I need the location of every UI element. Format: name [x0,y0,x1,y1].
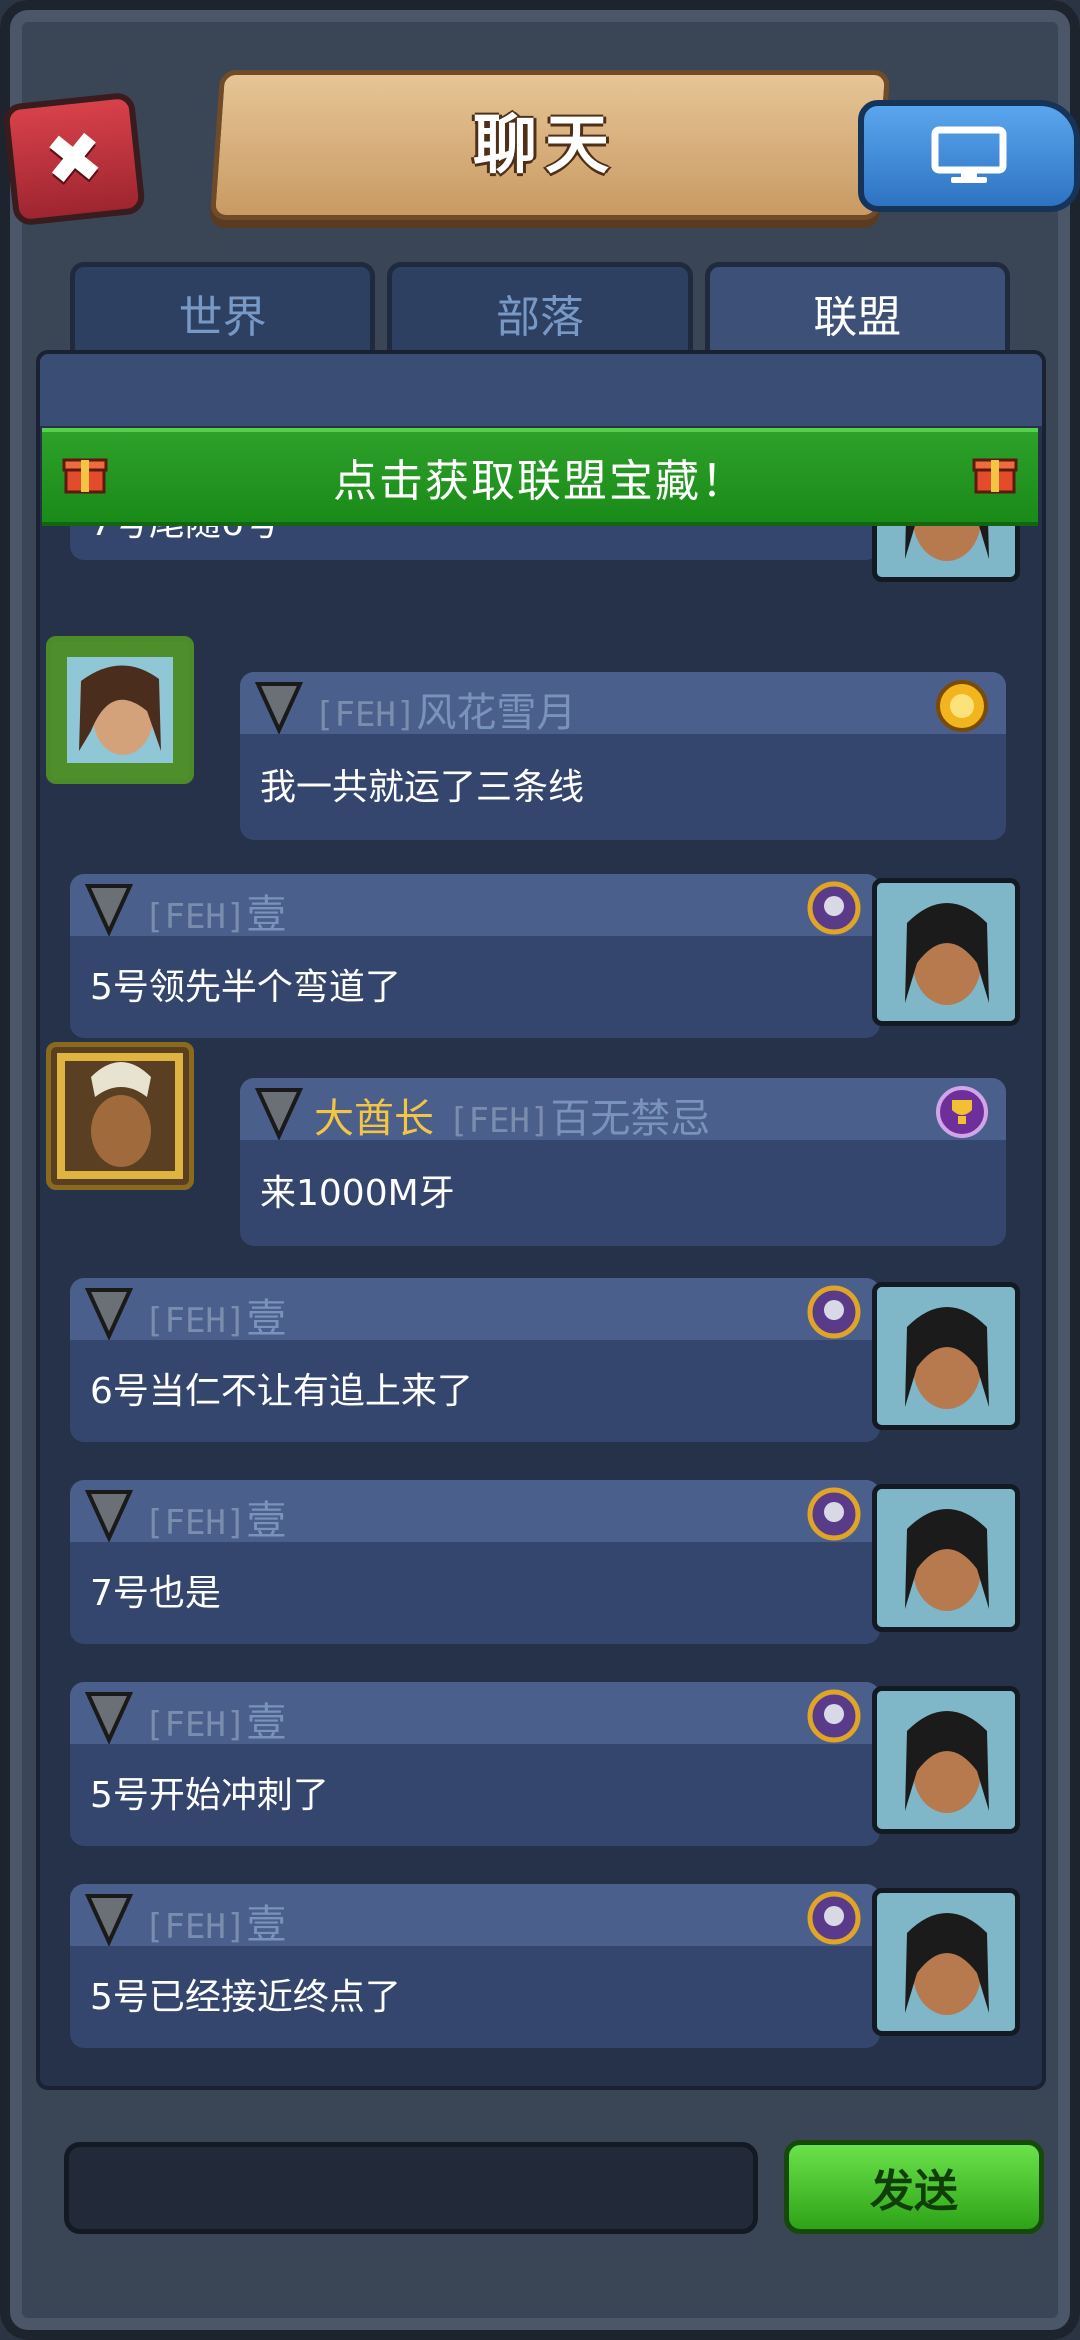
message-text: 5号开始冲刺了 [90,1775,329,1816]
message-bubble: [FEH]壹 6号当仁不让有追上来了 [70,1278,880,1442]
avatar[interactable] [46,1042,194,1190]
alliance-treasure-banner[interactable]: 点击获取联盟宝藏！ [42,428,1038,526]
sender-name: 大酋长 [FEH]百无禁忌 [314,1096,711,1142]
rank-badge-icon [807,1891,861,1945]
shield-icon [254,1088,304,1140]
message-bubble: [FEH]壹 5号已经接近终点了 [70,1884,880,2048]
shield-icon [84,1692,134,1744]
gift-icon [972,458,1018,494]
close-icon: ✖ [40,115,108,203]
shield-icon [84,884,134,936]
sender-name: [FEH]壹 [144,1902,287,1948]
shield-icon [84,1894,134,1946]
message-text: 5号已经接近终点了 [90,1977,401,2018]
message-bubble: [FEH]壹 5号开始冲刺了 [70,1682,880,1846]
rank-badge-icon [807,1285,861,1339]
rank-badge-icon [807,1487,861,1541]
trophy-badge-icon [936,1086,988,1138]
close-button[interactable]: ✖ [1,91,147,227]
message-text: 7号也是 [90,1573,221,1614]
sender-name: [FEH]壹 [144,1296,287,1342]
message-text: 我一共就运了三条线 [260,767,585,808]
sender-name: [FEH]壹 [144,892,287,938]
avatar[interactable] [872,1484,1020,1632]
tab-alliance[interactable]: 联盟 [704,262,1010,359]
avatar[interactable] [46,636,194,784]
message-bubble: 大酋长 [FEH]百无禁忌 来1000M牙 [240,1078,1006,1246]
shield-icon [84,1288,134,1340]
monitor-button[interactable] [858,100,1080,212]
banner-text: 点击获取联盟宝藏！ [333,456,747,507]
page-title: 聊天 [473,109,617,183]
message-text: 来1000M牙 [260,1173,455,1214]
coin-badge-icon [936,680,988,732]
avatar[interactable] [872,1282,1020,1430]
message-text: 6号当仁不让有追上来了 [90,1371,473,1412]
tab-tribe[interactable]: 部落 [387,262,693,359]
gift-icon [62,458,108,494]
sender-name: [FEH]壹 [144,1700,287,1746]
sender-name: [FEH]风花雪月 [314,690,577,736]
send-button[interactable]: 发送 [784,2140,1044,2234]
avatar[interactable] [872,1686,1020,1834]
shield-icon [84,1490,134,1542]
rank-badge-icon [807,881,861,935]
message-bubble: [FEH]风花雪月 我一共就运了三条线 [240,672,1006,840]
sender-name: [FEH]壹 [144,1498,287,1544]
monitor-icon [931,126,1007,183]
panel-topbar [40,354,1042,426]
avatar[interactable] [872,1888,1020,2036]
tab-bar: 世界 部落 联盟 [70,262,1010,359]
message-bubble: [FEH]壹 5号领先半个弯道了 [70,874,880,1038]
tab-world[interactable]: 世界 [70,262,376,359]
rank-badge-icon [807,1689,861,1743]
message-bubble: [FEH]壹 7号也是 [70,1480,880,1644]
chat-panel[interactable]: 7号尾随6号 [FEH]风花雪月 我一共就运了三条线 [FEH]壹 5号领先半个… [36,350,1046,2090]
message-text: 5号领先半个弯道了 [90,967,401,1008]
message-input[interactable] [64,2142,758,2234]
shield-icon [254,682,304,734]
avatar[interactable] [872,878,1020,1026]
